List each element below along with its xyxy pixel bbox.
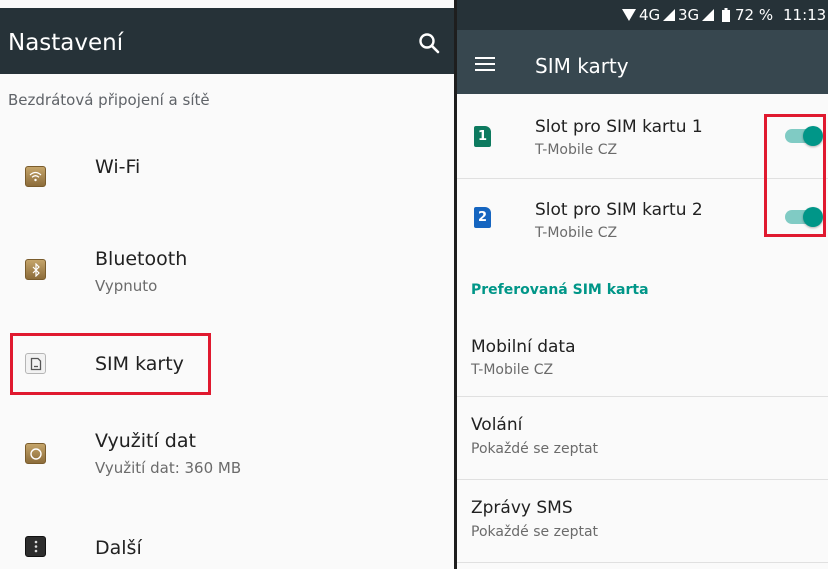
highlight-box-sim-cards [10,333,211,395]
pref-value: Pokaždé se zeptat [471,441,599,457]
pref-calls[interactable]: Volání Pokaždé se zeptat [457,397,828,479]
settings-item-label: Další [95,537,142,559]
signal-strength-icon [702,9,714,21]
settings-item-subtitle: Využití dat: 360 MB [95,459,242,477]
sim-slot-operator: T-Mobile CZ [535,225,618,241]
settings-item-more[interactable]: Další [0,524,454,569]
battery-icon [722,8,730,22]
data-usage-icon [25,443,46,464]
sim-cards-panel: 4G 3G 72 % 11:13 SIM karty 1 Slot pro SI… [457,0,828,569]
pref-sms[interactable]: Zprávy SMS Pokaždé se zeptat [457,480,828,562]
bluetooth-icon [25,259,46,280]
sim-slot-label: Slot pro SIM kartu 1 [535,117,703,137]
sim-slot-1-icon: 1 [474,126,491,147]
network-3g-label: 3G [678,6,700,24]
sim-slot-operator: T-Mobile CZ [535,142,618,158]
page-title: SIM karty [535,54,629,78]
pref-label: Volání [471,415,523,435]
more-icon [25,536,46,557]
hamburger-menu-icon[interactable] [475,57,495,71]
settings-item-subtitle: Vypnuto [95,277,158,295]
sim-slot-label: Slot pro SIM kartu 2 [535,200,703,220]
status-bar: 4G 3G 72 % 11:13 [457,0,828,30]
settings-item-label: Bluetooth [95,248,188,270]
sim-slot-2-icon: 2 [474,207,491,228]
clock: 11:13 [783,6,827,24]
divider [457,562,828,563]
settings-panel: Nastavení Bezdrátová připojení a sítě Wi… [0,0,454,569]
settings-item-wifi[interactable]: Wi-Fi [0,150,454,210]
settings-item-bluetooth[interactable]: Bluetooth Vypnuto [0,243,454,303]
preferred-sim-header: Preferovaná SIM karta [471,282,649,298]
sim-app-bar: SIM karty [457,30,828,94]
pref-label: Zprávy SMS [471,498,573,518]
battery-percentage: 72 % [735,6,774,24]
pref-mobile-data[interactable]: Mobilní data T-Mobile CZ [457,320,828,396]
network-4g-label: 4G [639,6,661,24]
settings-app-bar: Nastavení [0,8,454,74]
wifi-icon [25,166,46,187]
settings-item-label: Využití dat [95,430,196,452]
pref-value: Pokaždé se zeptat [471,524,599,540]
signal-strength-icon [663,9,675,21]
pref-value: T-Mobile CZ [471,362,554,378]
highlight-box-toggles [764,114,826,237]
pref-label: Mobilní data [471,337,576,357]
page-title: Nastavení [8,30,124,56]
settings-item-data-usage[interactable]: Využití dat Využití dat: 360 MB [0,424,454,484]
wifi-signal-icon [622,9,636,21]
section-header: Bezdrátová připojení a sítě [8,91,210,109]
settings-item-label: Wi-Fi [95,156,141,178]
search-icon[interactable] [418,32,440,54]
